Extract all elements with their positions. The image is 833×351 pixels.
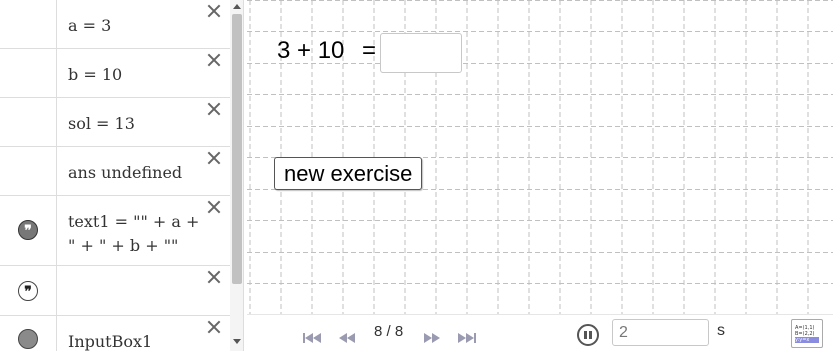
text1-definition-line1: text1 = "" + a + (68, 212, 200, 231)
marble-cell: ❞ (0, 196, 57, 265)
algebra-table-icon[interactable]: A=(1,1) B=(2,2) y:y=x (791, 319, 823, 348)
answer-input[interactable] (380, 33, 462, 73)
algebra-row-a[interactable]: a = 3 (0, 0, 230, 49)
algebra-row-label: text1 = "" + a + " + " + b + "" (68, 210, 200, 258)
scroll-thumb[interactable] (232, 14, 242, 284)
algebra-row-sol[interactable]: sol = 13 (0, 98, 230, 147)
equals-sign: = (362, 37, 377, 64)
circle-gray-icon[interactable] (18, 329, 38, 349)
equation-text: 3 + 10 (277, 37, 345, 64)
first-step-icon[interactable] (303, 327, 321, 343)
delete-icon[interactable] (206, 199, 222, 215)
algebra-view: a = 3 b = 10 sol = 13 ans undefined ❞ te… (0, 0, 244, 351)
graphics-view[interactable]: 3 + 10 = new exercise (247, 0, 833, 314)
playback-bar: 8 / 8 s A=(1,1) B=(2,2) y:y=x (247, 314, 833, 351)
delete-icon[interactable] (206, 52, 222, 68)
marble-cell (0, 49, 57, 97)
algebra-row-empty-text[interactable]: ❞ (0, 266, 230, 316)
quote-light-icon[interactable]: ❞ (18, 281, 38, 301)
scroll-down-icon[interactable] (233, 339, 241, 344)
algebra-row-label: sol = 13 (68, 114, 135, 133)
algebra-row-text1[interactable]: ❞ text1 = "" + a + " + " + b + "" (0, 196, 230, 266)
scroll-up-icon[interactable] (233, 4, 241, 9)
algebra-row-ans[interactable]: ans undefined (0, 147, 230, 196)
marble-cell (0, 98, 57, 146)
algebra-row-label: a = 3 (68, 16, 112, 35)
marble-cell (0, 316, 57, 351)
delete-icon[interactable] (206, 101, 222, 117)
next-step-icon[interactable] (424, 327, 440, 343)
marble-cell (0, 0, 57, 48)
delete-icon[interactable] (206, 269, 222, 285)
delete-icon[interactable] (206, 319, 222, 335)
delete-icon[interactable] (206, 3, 222, 19)
new-exercise-button[interactable]: new exercise (274, 157, 423, 190)
step-counter: 8 / 8 (374, 323, 404, 340)
previous-step-icon[interactable] (339, 327, 355, 343)
algebra-row-b[interactable]: b = 10 (0, 49, 230, 98)
speed-unit-label: s (717, 322, 725, 339)
play-speed-input[interactable] (612, 319, 709, 346)
quote-dark-icon[interactable]: ❞ (18, 220, 38, 240)
text1-definition-line2: " + " + b + "" (68, 236, 179, 255)
algebra-row-label: InputBox1 (68, 332, 153, 351)
marble-cell: ❞ (0, 266, 57, 315)
algebra-row-inputbox1[interactable]: InputBox1 (0, 316, 230, 351)
pause-icon[interactable] (577, 324, 599, 346)
marble-cell (0, 147, 57, 195)
algebra-row-label: ans undefined (68, 163, 183, 182)
delete-icon[interactable] (206, 150, 222, 166)
algebra-scrollbar[interactable] (230, 0, 243, 351)
algebra-row-label: b = 10 (68, 65, 123, 84)
last-step-icon[interactable] (458, 327, 476, 343)
